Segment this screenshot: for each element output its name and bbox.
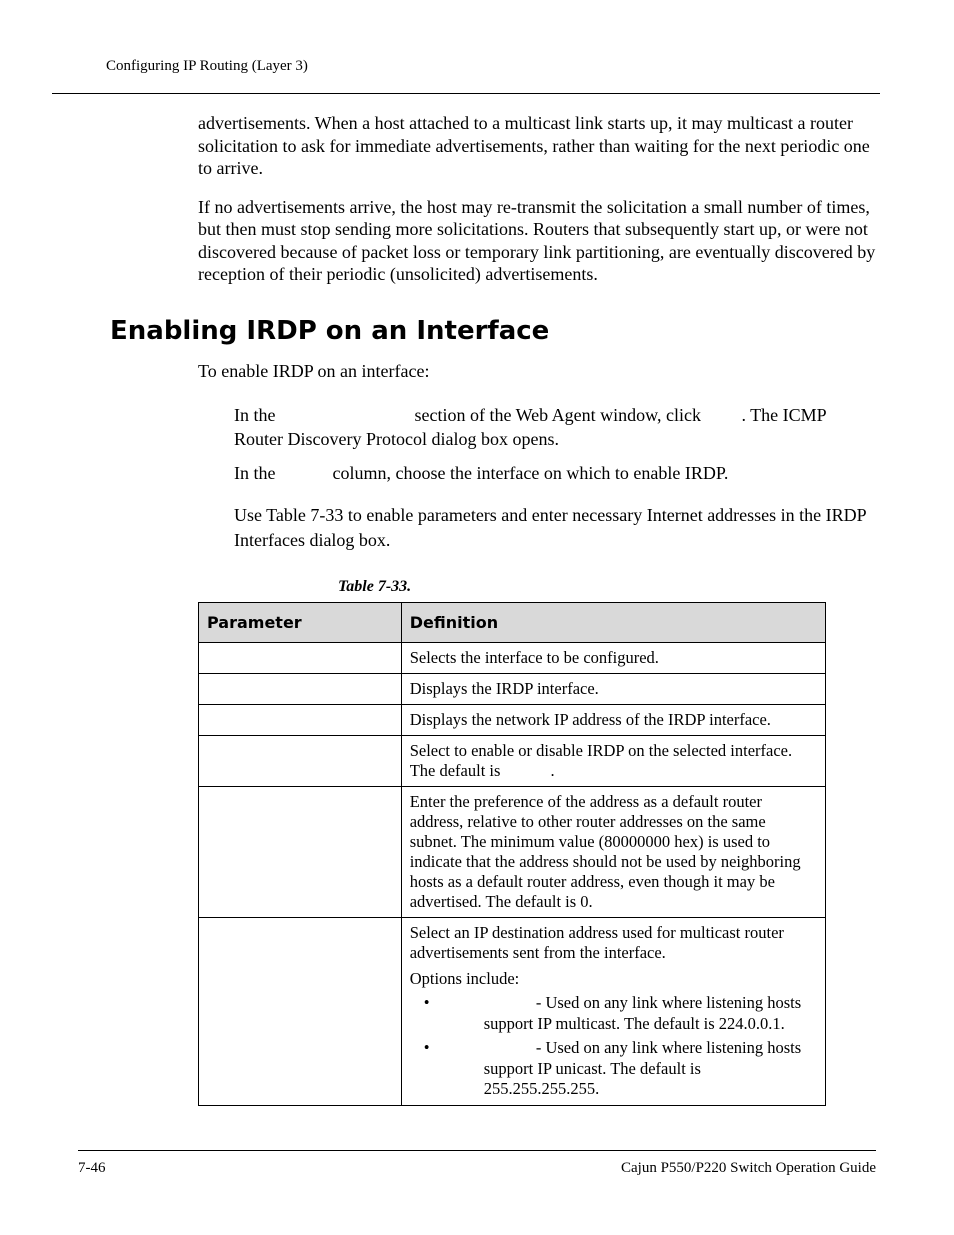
- table-caption: Table 7-33.: [338, 578, 876, 596]
- cell-parameter: [199, 642, 402, 673]
- parameters-table: Parameter Definition Selects the interfa…: [198, 602, 826, 1106]
- col-header-definition: Definition: [401, 602, 825, 642]
- step-3: Use Table 7-33 to enable parameters and …: [234, 503, 876, 552]
- cell-definition: Enter the preference of the address as a…: [401, 786, 825, 917]
- step-2-text-b: column, choose the interface on which to…: [328, 463, 728, 483]
- step-1-text-b: section of the Web Agent window, click: [410, 405, 706, 425]
- cell-definition: Select an IP destination address used fo…: [401, 917, 825, 1105]
- cell-parameter: [199, 673, 402, 704]
- body-content: advertisements. When a host attached to …: [198, 112, 876, 302]
- cell-definition: Selects the interface to be configured.: [401, 642, 825, 673]
- table-row: Select an IP destination address used fo…: [199, 917, 826, 1105]
- footer-guide-title: Cajun P550/P220 Switch Operation Guide: [621, 1160, 876, 1177]
- cell-text-a: Select to enable or disable IRDP on the …: [410, 741, 792, 780]
- cell-definition: Select to enable or disable IRDP on the …: [401, 735, 825, 786]
- section-intro: To enable IRDP on an interface:: [198, 360, 876, 383]
- paragraph-2: If no advertisements arrive, the host ma…: [198, 196, 876, 286]
- cell-parameter: [199, 917, 402, 1105]
- cell-definition: Displays the IRDP interface.: [401, 673, 825, 704]
- option-item: • - Used on any link where listening hos…: [424, 1038, 817, 1100]
- option-1-text: - Used on any link where listening hosts…: [484, 993, 801, 1033]
- header-rule: [52, 93, 880, 94]
- section-heading: Enabling IRDP on an Interface: [110, 316, 549, 346]
- table-row: Select to enable or disable IRDP on the …: [199, 735, 826, 786]
- option-item: • - Used on any link where listening hos…: [424, 993, 817, 1034]
- step-1-text-a: In the: [234, 405, 280, 425]
- step-2: In the column, choose the interface on w…: [234, 461, 876, 485]
- col-header-parameter: Parameter: [199, 602, 402, 642]
- cell-top-text: Select an IP destination address used fo…: [410, 923, 817, 963]
- cell-parameter: [199, 704, 402, 735]
- cell-parameter: [199, 735, 402, 786]
- footer-rule: [78, 1150, 876, 1151]
- running-header: Configuring IP Routing (Layer 3): [106, 58, 308, 75]
- options-label: Options include:: [410, 969, 817, 989]
- table-row: Enter the preference of the address as a…: [199, 786, 826, 917]
- footer-page-number: 7-46: [78, 1160, 106, 1177]
- step-2-text-a: In the: [234, 463, 280, 483]
- table-row: Displays the network IP address of the I…: [199, 704, 826, 735]
- option-2-text: - Used on any link where listening hosts…: [484, 1038, 801, 1098]
- cell-text-b: .: [551, 761, 555, 780]
- page: Configuring IP Routing (Layer 3) adverti…: [0, 0, 954, 1235]
- cell-definition: Displays the network IP address of the I…: [401, 704, 825, 735]
- table-row: Selects the interface to be configured.: [199, 642, 826, 673]
- table-row: Displays the IRDP interface.: [199, 673, 826, 704]
- section-body: To enable IRDP on an interface: In the s…: [198, 360, 876, 1106]
- bullet-icon: •: [424, 993, 444, 1013]
- bullet-icon: •: [424, 1038, 444, 1058]
- table-header-row: Parameter Definition: [199, 602, 826, 642]
- step-1: In the section of the Web Agent window, …: [234, 403, 876, 452]
- cell-parameter: [199, 786, 402, 917]
- paragraph-1: advertisements. When a host attached to …: [198, 112, 876, 180]
